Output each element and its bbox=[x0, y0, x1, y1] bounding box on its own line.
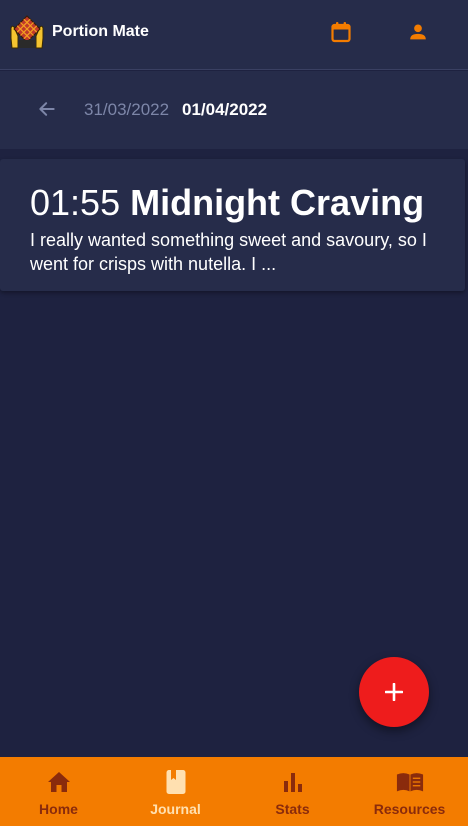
app-bar: Portion Mate bbox=[0, 0, 468, 70]
previous-day-button[interactable] bbox=[31, 92, 63, 126]
date-navigation: 31/03/2022 01/04/2022 bbox=[0, 71, 468, 149]
bottom-navigation: Home Journal Stats Resources bbox=[0, 757, 468, 826]
current-date-label: 01/04/2022 bbox=[182, 100, 268, 119]
nav-item-stats[interactable]: Stats bbox=[234, 757, 351, 826]
bar-chart-icon bbox=[279, 769, 307, 795]
home-icon bbox=[45, 769, 73, 795]
plus-icon bbox=[385, 683, 403, 701]
calendar-icon bbox=[331, 22, 351, 43]
add-entry-button[interactable] bbox=[359, 657, 429, 727]
book-icon bbox=[396, 769, 424, 795]
nav-label-resources: Resources bbox=[373, 801, 446, 817]
previous-date-label[interactable]: 31/03/2022 bbox=[84, 100, 169, 120]
arrow-left-icon bbox=[39, 102, 55, 116]
entry-heading: 01:55 Midnight Craving bbox=[30, 183, 424, 231]
account-button[interactable] bbox=[400, 14, 436, 50]
nav-item-resources[interactable]: Resources bbox=[351, 757, 468, 826]
nav-item-journal[interactable]: Journal bbox=[117, 757, 234, 826]
journal-entry-card[interactable]: 01:55 Midnight Craving I really wanted so… bbox=[0, 159, 465, 291]
journal-icon bbox=[162, 769, 190, 795]
entry-excerpt: I really wanted something sweet and savo… bbox=[30, 230, 427, 274]
app-title: Portion Mate bbox=[52, 23, 149, 40]
portion-mate-logo bbox=[9, 14, 45, 50]
entry-time: 01:55 bbox=[30, 182, 121, 223]
nav-label-stats: Stats bbox=[275, 801, 310, 817]
entry-title: Midnight Craving bbox=[130, 182, 425, 223]
nav-label-home: Home bbox=[39, 801, 78, 817]
nav-item-home[interactable]: Home bbox=[0, 757, 117, 826]
calendar-button[interactable] bbox=[323, 14, 359, 50]
nav-label-journal: Journal bbox=[150, 801, 201, 817]
person-icon bbox=[410, 24, 426, 40]
